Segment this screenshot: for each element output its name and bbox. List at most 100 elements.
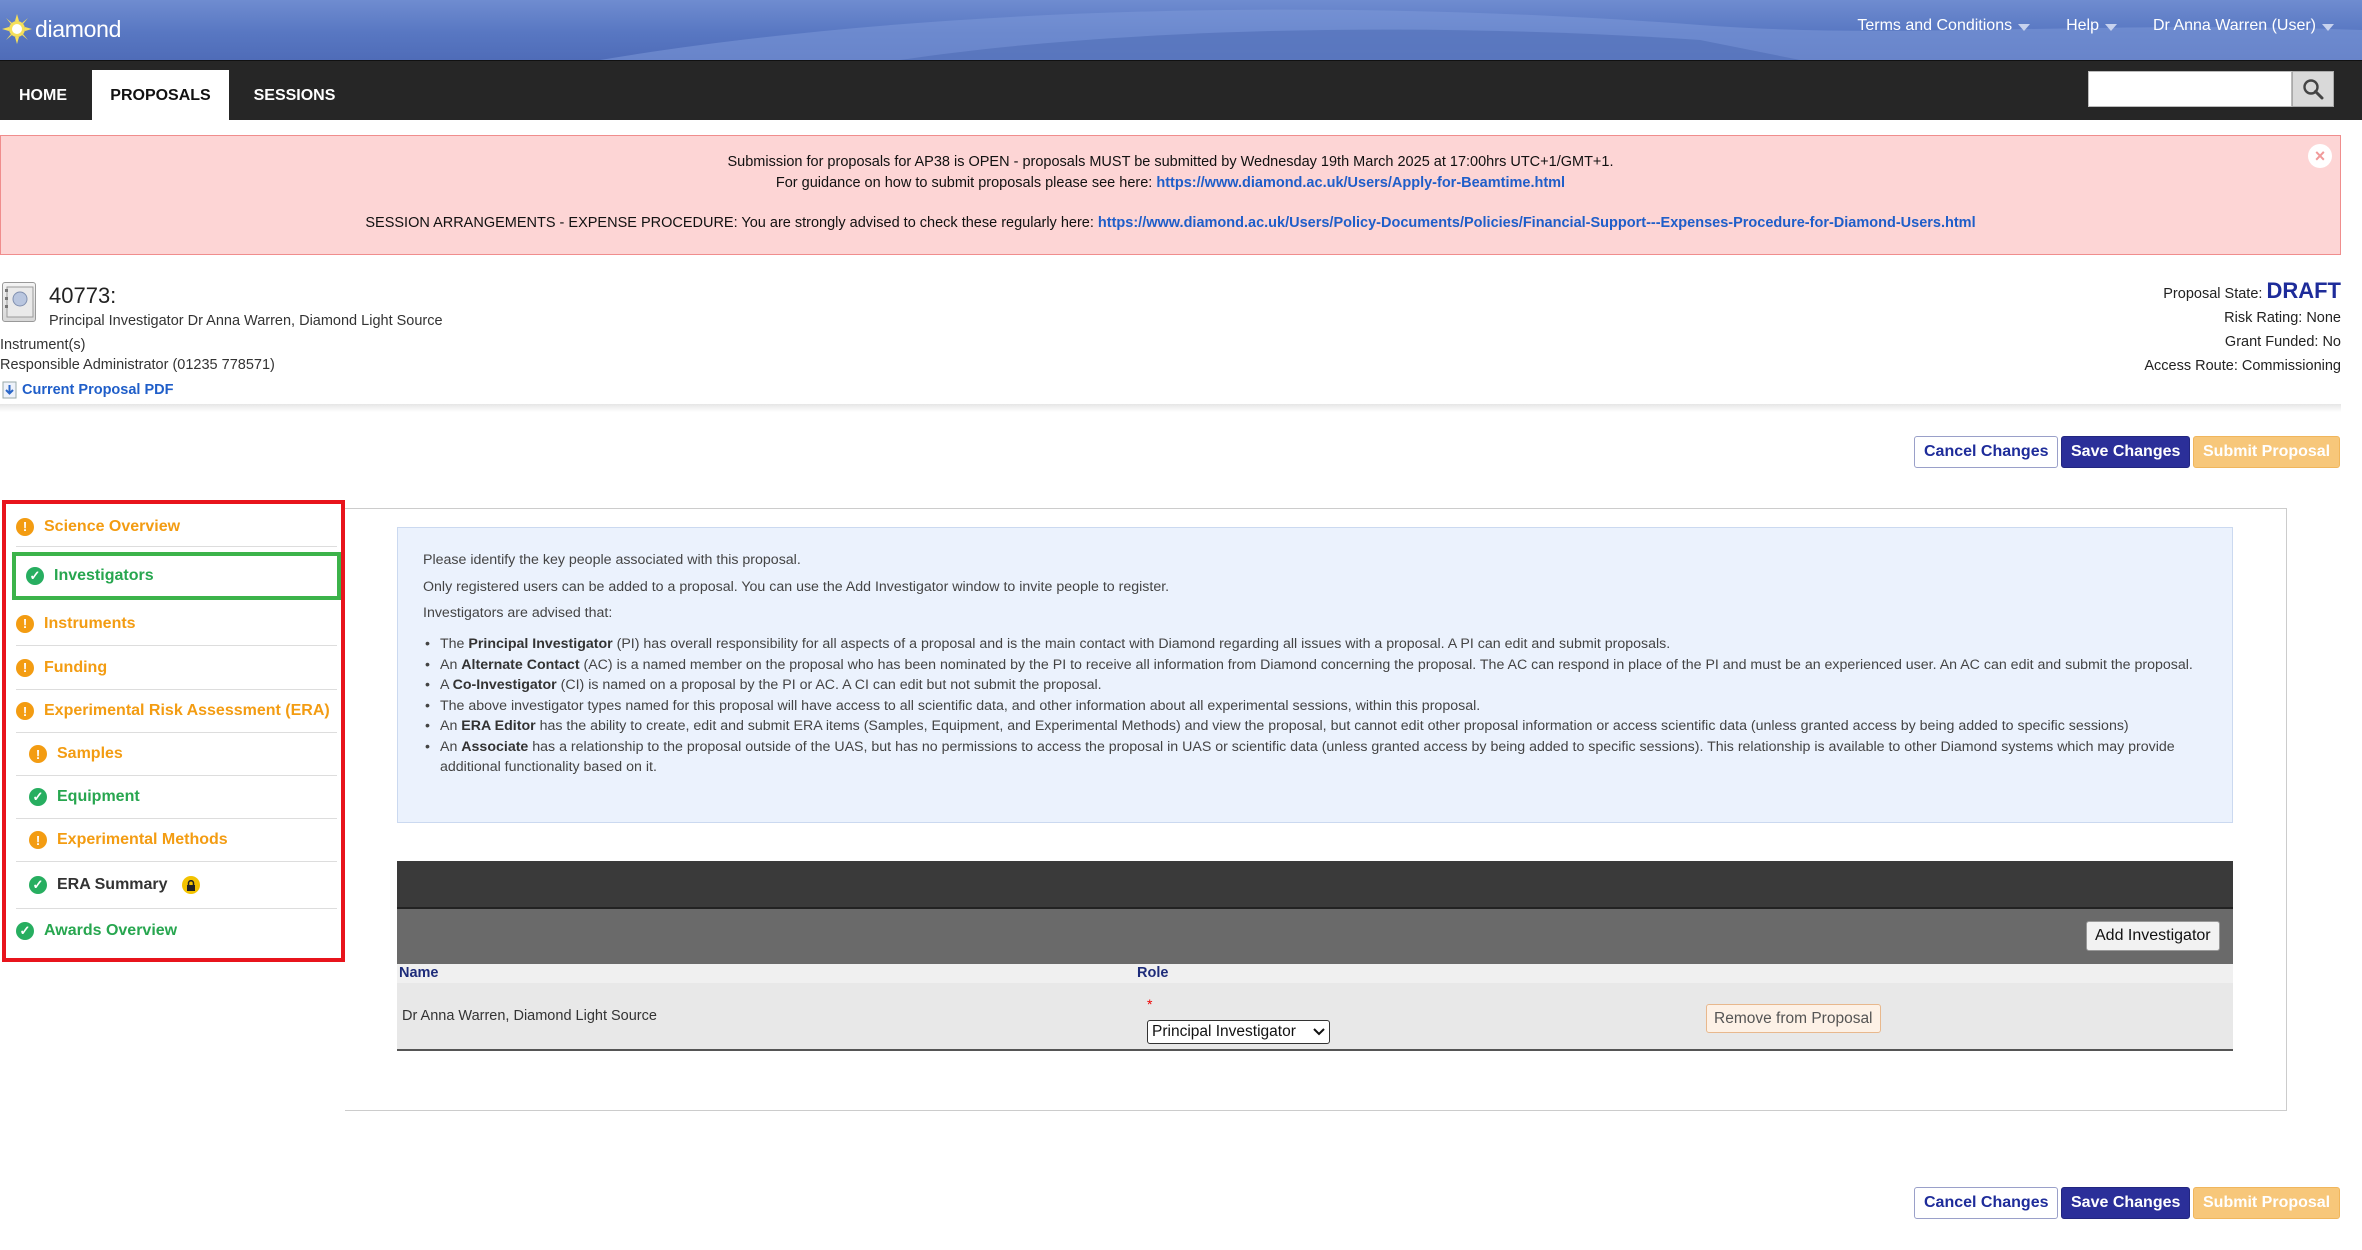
sidebar-item-label: Science Overview	[44, 517, 181, 535]
remove-from-proposal-button[interactable]: Remove from Proposal	[1706, 1004, 1881, 1033]
grant-funded: Grant Funded: No	[2224, 334, 2341, 350]
info-intro: Please identify the key people associate…	[423, 552, 801, 568]
required-marker: *	[1147, 996, 1153, 1012]
tab-home[interactable]: HOME	[0, 70, 86, 121]
user-menu[interactable]: Dr Anna Warren (User)	[2153, 17, 2334, 35]
state-label: Proposal State:	[2163, 286, 2263, 302]
list-item: The above investigator types named for t…	[423, 696, 2213, 717]
sidebar-item-label: Experimental Risk Assessment (ERA)	[44, 702, 330, 719]
role-select[interactable]: Principal Investigator	[1147, 1020, 1330, 1044]
logo-text: diamond	[35, 15, 122, 42]
check-icon: ✓	[29, 788, 47, 806]
list-item: A Co-Investigator (CI) is named on a pro…	[423, 675, 2213, 696]
close-icon[interactable]: ×	[2308, 144, 2332, 168]
investigator-types-list: The Principal Investigator (PI) has over…	[423, 634, 2213, 778]
chevron-down-icon	[2322, 23, 2334, 31]
sidebar-item-label: ERA Summary	[57, 876, 168, 893]
guidance-link[interactable]: https://www.diamond.ac.uk/Users/Apply-fo…	[1156, 175, 1565, 191]
search-input[interactable]	[2089, 72, 2291, 106]
current-proposal-pdf-link[interactable]: Current Proposal PDF	[2, 381, 173, 399]
help-label: Help	[2066, 17, 2099, 34]
chevron-down-icon	[2105, 23, 2117, 31]
header-divider	[0, 404, 2341, 412]
tab-sessions[interactable]: SESSIONS	[236, 70, 353, 121]
search-button[interactable]	[2292, 71, 2334, 107]
instruments-label: Instrument(s)	[0, 337, 86, 353]
sidebar-item-investigators[interactable]: ✓ Investigators	[12, 552, 341, 600]
tab-proposals[interactable]: PROPOSALS	[92, 70, 229, 121]
sidebar-item-equipment[interactable]: ✓ Equipment	[16, 776, 337, 819]
risk-rating: Risk Rating: None	[2224, 310, 2341, 326]
pdf-link-label: Current Proposal PDF	[22, 382, 174, 398]
sidebar-item-label: Awards Overview	[44, 921, 178, 939]
alert-guidance-text: For guidance on how to submit proposals …	[775, 175, 1157, 191]
sidebar-item-funding[interactable]: ! Funding	[16, 646, 337, 690]
sidebar-item-instruments[interactable]: ! Instruments	[16, 602, 337, 646]
list-item: An Alternate Contact (AC) is a named mem…	[423, 655, 2213, 676]
sidebar-item-label: Investigators	[54, 567, 154, 584]
investigator-info-box: Please identify the key people associate…	[397, 527, 2233, 823]
cancel-changes-button-bottom[interactable]: Cancel Changes	[1914, 1187, 2059, 1219]
role-selected-value: Principal Investigator	[1152, 1023, 1296, 1040]
table-header-bar	[397, 861, 2233, 909]
add-investigator-button[interactable]: Add Investigator	[2086, 921, 2220, 951]
search-icon	[2303, 79, 2324, 100]
proposal-book-icon	[2, 282, 36, 322]
column-header-name: Name	[397, 964, 1137, 983]
check-icon: ✓	[16, 921, 34, 940]
proposal-status: Proposal State: DRAFT Risk Rating: None …	[2144, 279, 2341, 378]
alert-line-guidance: For guidance on how to submit proposals …	[1, 175, 2340, 191]
access-route: Access Route: Commissioning	[2144, 358, 2341, 374]
help-menu[interactable]: Help	[2066, 17, 2117, 35]
check-icon: ✓	[29, 876, 47, 894]
table-toolbar	[397, 909, 2233, 964]
proposal-number: 40773:	[49, 283, 117, 308]
info-registered: Only registered users can be added to a …	[423, 579, 1170, 595]
sidebar-item-science-overview[interactable]: ! Science Overview	[16, 507, 337, 547]
user-label: Dr Anna Warren (User)	[2153, 17, 2316, 34]
section-sidebar: ! Science Overview ✓ Investigators ! Ins…	[2, 500, 345, 962]
chevron-down-icon	[2018, 23, 2031, 31]
terms-menu[interactable]: Terms and Conditions	[1857, 17, 2031, 35]
warning-icon: !	[16, 658, 34, 677]
submit-proposal-button-bottom[interactable]: Submit Proposal	[2193, 1187, 2341, 1219]
list-item: An Associate has a relationship to the p…	[423, 737, 2213, 778]
sidebar-item-label: Instruments	[44, 614, 136, 632]
list-item: The Principal Investigator (PI) has over…	[423, 634, 2213, 655]
warning-icon: !	[29, 831, 47, 849]
warning-icon: !	[16, 614, 34, 633]
sidebar-item-label: Samples	[57, 745, 123, 762]
warning-icon: !	[29, 745, 47, 763]
sidebar-item-label: Experimental Methods	[57, 831, 228, 848]
sidebar-item-label: Equipment	[57, 788, 140, 805]
expense-link[interactable]: https://www.diamond.ac.uk/Users/Policy-D…	[1098, 215, 1976, 231]
cancel-changes-button[interactable]: Cancel Changes	[1914, 436, 2059, 468]
warning-icon: !	[16, 517, 34, 536]
principal-investigator: Principal Investigator Dr Anna Warren, D…	[49, 313, 443, 329]
save-changes-button[interactable]: Save Changes	[2061, 436, 2191, 468]
sidebar-item-experimental-methods[interactable]: ! Experimental Methods	[16, 819, 337, 862]
save-changes-button-bottom[interactable]: Save Changes	[2061, 1187, 2191, 1219]
list-item: An ERA Editor has the ability to create,…	[423, 716, 2213, 737]
info-advised: Investigators are advised that:	[423, 605, 613, 621]
sidebar-item-era-summary[interactable]: ✓ ERA Summary	[16, 862, 337, 909]
state-value: DRAFT	[2266, 278, 2341, 303]
alert-line-expense: SESSION ARRANGEMENTS - EXPENSE PROCEDURE…	[1, 215, 2340, 231]
sidebar-item-awards-overview[interactable]: ✓ Awards Overview	[16, 909, 337, 952]
alert-line-deadline: Submission for proposals for AP38 is OPE…	[727, 154, 1614, 170]
sidebar-item-era[interactable]: ! Experimental Risk Assessment (ERA)	[16, 690, 337, 733]
investigator-name: Dr Anna Warren, Diamond Light Source	[402, 1008, 657, 1024]
sidebar-item-label: Funding	[44, 658, 108, 676]
diamond-logo[interactable]: diamond	[2, 14, 121, 44]
download-icon	[2, 381, 17, 399]
sidebar-item-samples[interactable]: ! Samples	[16, 733, 337, 776]
responsible-admin: Responsible Administrator (01235 778571)	[0, 357, 275, 373]
warning-icon: !	[16, 702, 34, 720]
submit-proposal-button[interactable]: Submit Proposal	[2193, 436, 2341, 468]
top-nav: Terms and Conditions Help Dr Anna Warren…	[1857, 17, 2334, 35]
check-icon: ✓	[26, 567, 44, 585]
terms-label: Terms and Conditions	[1857, 17, 2013, 34]
column-header-role: Role	[1137, 964, 2233, 983]
alert-expense-text: SESSION ARRANGEMENTS - EXPENSE PROCEDURE…	[365, 215, 1098, 231]
lock-icon	[181, 876, 200, 894]
